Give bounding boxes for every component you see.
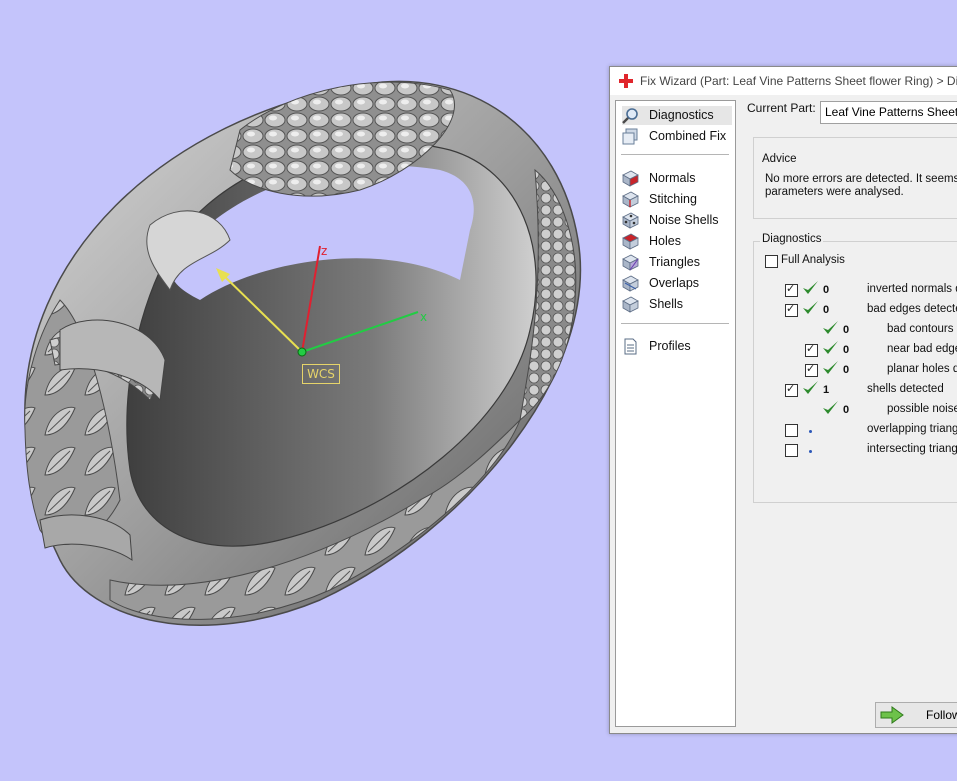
near-bad-edges-checkbox[interactable] [805,342,818,357]
pending-dot-icon [809,450,812,453]
bad-edges-checkbox[interactable] [785,302,798,317]
nav-item-shells[interactable]: Shells [622,295,732,314]
planar-holes-label: planar holes de [887,363,957,375]
diagnostics-title: Diagnostics [760,233,824,245]
near-bad-edges-count: 0 [843,344,850,356]
overlapping-triangles-label: overlapping triangl [867,423,957,435]
x-axis-label: x [420,310,428,324]
nav-item-holes[interactable]: Holes [622,232,732,251]
check-ok-icon [823,321,838,334]
document-icon [624,338,637,355]
dialog-title: Fix Wizard (Part: Leaf Vine Patterns She… [640,74,957,88]
nav-item-stitching[interactable]: Stitching [622,190,732,209]
intersecting-triangles-label: intersecting triangl [867,443,957,455]
possible-noise-count: 0 [843,404,850,416]
check-ok-icon [823,341,838,354]
advice-text-line1: No more errors are detected. It seems t [765,173,957,185]
check-ok-icon [823,361,838,374]
normals-cube-icon [622,170,639,187]
shells-detected-label: shells detected [867,383,944,395]
inverted-normals-checkbox[interactable] [785,282,798,297]
possible-noise-label: possible noise [887,403,957,415]
nav-item-diagnostics[interactable]: Diagnostics [622,106,732,125]
nav-item-profiles[interactable]: Profiles [622,337,732,356]
nav-item-combined-fix[interactable]: Combined Fix [622,127,732,146]
nav-separator [621,323,729,324]
bad-contours-count: 0 [843,324,850,336]
inverted-normals-label: inverted normals d [867,283,957,295]
intersecting-triangles-checkbox[interactable] [785,444,798,457]
near-bad-edges-label: near bad edge [887,343,957,355]
check-ok-icon [803,301,818,314]
stitching-cube-icon [622,191,639,208]
z-axis-label: z [321,244,328,258]
nav-item-normals[interactable]: Normals [622,169,732,188]
diagnostics-panel: Current Part: Leaf Vine Patterns Sheet f… [740,95,957,735]
axis-origin [297,347,307,357]
holes-cube-icon [622,233,639,250]
overlaps-cube-icon [622,275,639,292]
inverted-normals-count: 0 [823,284,830,296]
follow-button[interactable]: Follow [875,702,957,728]
overlapping-triangles-checkbox[interactable] [785,424,798,437]
wcs-label: WCS [302,364,340,384]
check-ok-icon [823,401,838,414]
full-analysis-label: Full Analysis [781,254,845,266]
bad-edges-count: 0 [823,304,830,316]
advice-text-line2: parameters were analysed. [765,186,904,198]
nav-item-noise-shells[interactable]: Noise Shells [622,211,732,230]
shells-detected-count: 1 [823,384,830,396]
dialog-titlebar[interactable]: Fix Wizard (Part: Leaf Vine Patterns She… [610,67,957,95]
nav-separator [621,154,729,155]
current-part-label: Current Part: [747,101,816,115]
nav-item-overlaps[interactable]: Overlaps [622,274,732,293]
red-cross-icon [619,74,633,88]
triangles-cube-icon [622,254,639,271]
full-analysis-checkbox[interactable] [765,255,778,268]
bad-edges-label: bad edges detecte [867,303,957,315]
bad-contours-label: bad contours c [887,323,957,335]
cube-stack-icon [622,128,638,145]
magnifier-icon [622,108,638,124]
planar-holes-checkbox[interactable] [805,362,818,377]
shells-cube-icon [622,296,639,313]
green-arrow-icon [880,706,904,724]
check-ok-icon [803,381,818,394]
pending-dot-icon [809,430,812,433]
fix-wizard-dialog: Fix Wizard (Part: Leaf Vine Patterns She… [609,66,957,734]
wizard-nav-panel: Diagnostics Combined Fix Normals Stitchi… [615,100,736,727]
shells-detected-checkbox[interactable] [785,382,798,397]
check-ok-icon [803,281,818,294]
planar-holes-count: 0 [843,364,850,376]
advice-title: Advice [760,153,799,165]
current-part-dropdown[interactable]: Leaf Vine Patterns Sheet flow [820,101,957,124]
noise-shells-icon [622,212,639,229]
nav-item-triangles[interactable]: Triangles [622,253,732,272]
